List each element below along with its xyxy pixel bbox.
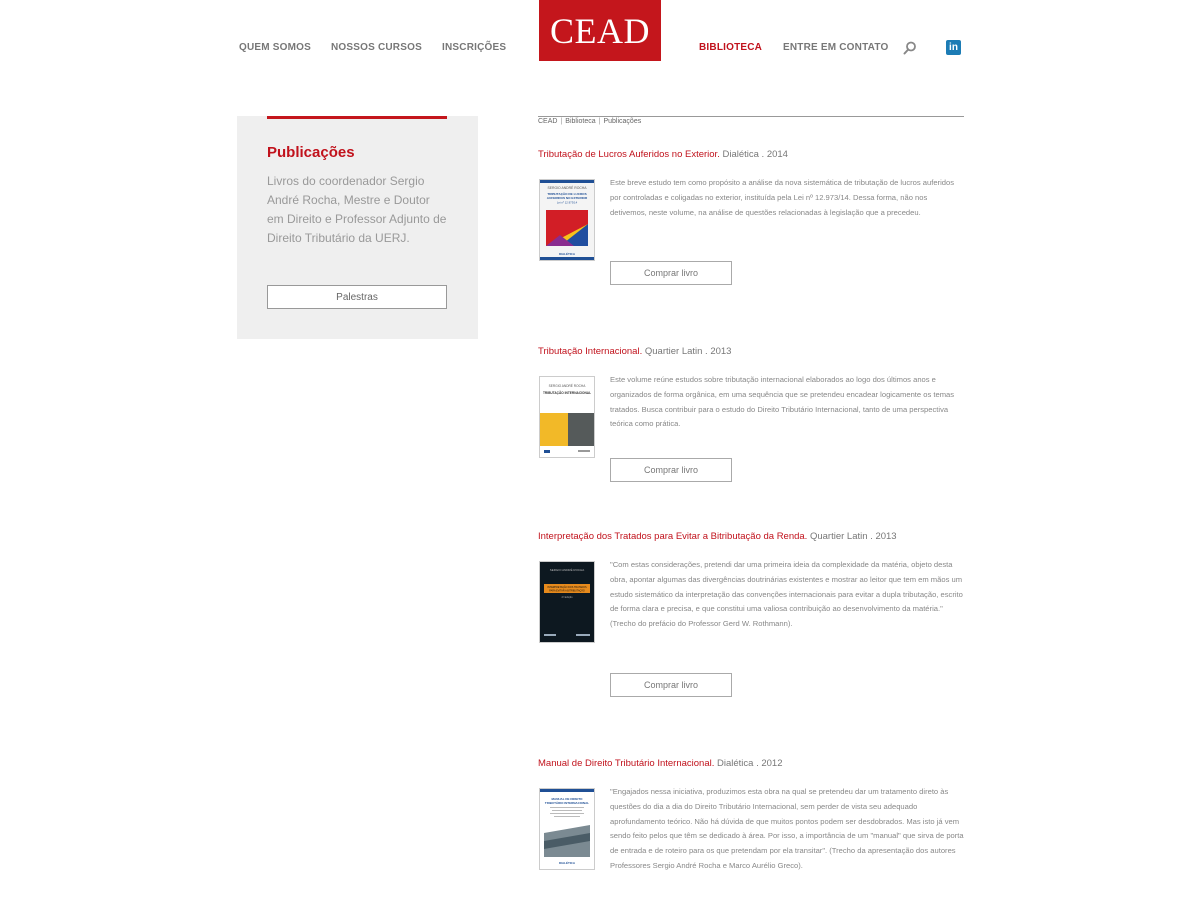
publication-title[interactable]: Tributação Internacional.: [538, 346, 642, 357]
breadcrumb-cead[interactable]: CEAD: [538, 118, 557, 125]
publication-meta: Dialética . 2012: [714, 758, 783, 769]
publication-description: Este breve estudo tem como propósito a a…: [610, 178, 955, 217]
cead-logo[interactable]: CEAD: [539, 0, 661, 61]
cover-author: SERGIO ANDRÉ ROCHA: [548, 185, 588, 190]
publication-description: "Engajados nessa iniciativa, produzimos …: [610, 787, 964, 870]
publication-title[interactable]: Manual de Direito Tributário Internacion…: [538, 758, 714, 769]
comprar-livro-button[interactable]: Comprar livro: [610, 673, 732, 697]
cover-subtitle: Lei nº 12.973/14: [557, 201, 578, 205]
breadcrumb-biblioteca[interactable]: Biblioteca: [565, 118, 595, 125]
nav-nossos-cursos[interactable]: NOSSOS CURSOS: [331, 42, 422, 53]
nav-quem-somos[interactable]: QUEM SOMOS: [239, 42, 311, 53]
linkedin-icon[interactable]: in: [946, 40, 961, 55]
nav-entre-em-contato[interactable]: ENTRE EM CONTATO: [783, 42, 888, 53]
svg-text:TRIBUTÁRIO INTERNACIONAL: TRIBUTÁRIO INTERNACIONAL: [545, 800, 589, 805]
breadcrumb: CEAD | Biblioteca | Publicações: [538, 118, 642, 125]
cover-author: SERGIO ANDRÉ ROCHA: [550, 567, 585, 572]
sidebar: Publicações Livros do coordenador Sergio…: [237, 116, 478, 339]
publication-meta: Quartier Latin . 2013: [807, 531, 897, 542]
search-icon[interactable]: [903, 41, 917, 55]
publication-meta: Quartier Latin . 2013: [642, 346, 732, 357]
book-cover[interactable]: SERGIO ANDRÉ ROCHA TRIBUTAÇÃO DE LUCROS …: [539, 179, 595, 261]
publication-heading: Tributação Internacional. Quartier Latin…: [538, 346, 731, 357]
cover-author: SERGIO ANDRÉ ROCHA: [549, 383, 587, 388]
nav-biblioteca[interactable]: BIBLIOTECA: [699, 42, 762, 53]
nav-inscricoes[interactable]: INSCRIÇÕES: [442, 42, 506, 53]
palestras-button[interactable]: Palestras: [267, 285, 447, 309]
cover-publisher: DIALÉTICA: [559, 860, 576, 865]
sidebar-title: Publicações: [267, 144, 355, 161]
publication-description: Este volume reúne estudos sobre tributaç…: [610, 375, 955, 429]
publication-title[interactable]: Tributação de Lucros Auferidos no Exteri…: [538, 149, 720, 160]
publication-description: "Com estas considerações, pretendi dar u…: [610, 560, 963, 629]
sidebar-description: Livros do coordenador Sergio André Rocha…: [267, 174, 447, 245]
comprar-livro-button[interactable]: Comprar livro: [610, 458, 732, 482]
comprar-livro-button[interactable]: Comprar livro: [610, 261, 732, 285]
svg-text:AUFERIDOS NO EXTERIOR: AUFERIDOS NO EXTERIOR: [547, 196, 588, 200]
content-divider: [538, 116, 964, 117]
publication-title[interactable]: Interpretação dos Tratados para Evitar a…: [538, 531, 807, 542]
breadcrumb-publicacoes: Publicações: [603, 118, 642, 125]
book-cover[interactable]: SERGIO ANDRÉ ROCHA INTERPRETAÇÃO DOS TRA…: [539, 561, 595, 643]
publication-heading: Interpretação dos Tratados para Evitar a…: [538, 531, 897, 542]
svg-text:PARA EVITAR A BITRIBUTAÇÃO: PARA EVITAR A BITRIBUTAÇÃO: [549, 590, 585, 593]
book-cover[interactable]: SERGIO ANDRÉ ROCHA TRIBUTAÇÃO INTERNACIO…: [539, 376, 595, 458]
publication-heading: Tributação de Lucros Auferidos no Exteri…: [538, 149, 788, 160]
cover-title: TRIBUTAÇÃO INTERNACIONAL: [543, 390, 591, 395]
cover-edition: 2ª Edição: [561, 595, 573, 599]
cover-publisher: DIALÉTICA: [559, 251, 576, 256]
publication-meta: Dialética . 2014: [719, 149, 788, 160]
book-cover[interactable]: MANUAL DE DIREITO TRIBUTÁRIO INTERNACION…: [539, 788, 595, 870]
publication-heading: Manual de Direito Tributário Internacion…: [538, 758, 783, 769]
sidebar-accent-bar: [267, 116, 447, 119]
